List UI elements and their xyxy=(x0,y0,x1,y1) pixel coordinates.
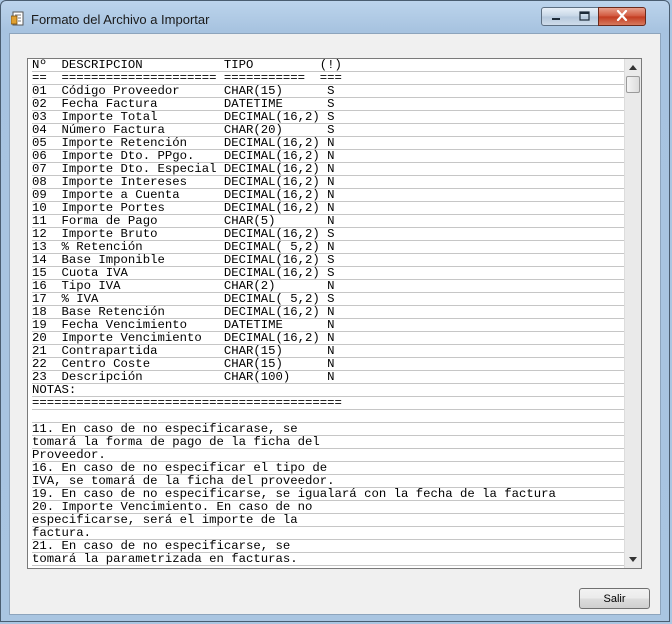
text-lines: Nº DESCRIPCION TIPO (!) == ==============… xyxy=(32,59,628,568)
scroll-down-button[interactable] xyxy=(625,551,641,568)
text-line: 12 Importe Bruto DECIMAL(16,2) S xyxy=(32,228,628,241)
text-line: 13 % Retención DECIMAL( 5,2) N xyxy=(32,241,628,254)
text-line: 19 Fecha Vencimiento DATETIME N xyxy=(32,319,628,332)
text-line: tomará la parametrizada en facturas. xyxy=(32,553,628,566)
text-line: 01 Código Proveedor CHAR(15) S xyxy=(32,85,628,98)
salir-button[interactable]: Salir xyxy=(579,588,650,609)
text-line xyxy=(32,566,628,568)
text-line xyxy=(32,410,628,423)
chevron-up-icon xyxy=(629,63,637,72)
window-title: Formato del Archivo a Importar xyxy=(31,12,210,27)
format-text-area[interactable]: Nº DESCRIPCION TIPO (!) == ==============… xyxy=(27,58,642,569)
text-line: tomará la forma de pago de la ficha del xyxy=(32,436,628,449)
text-line: 07 Importe Dto. Especial DECIMAL(16,2) N xyxy=(32,163,628,176)
text-line: especificarse, será el importe de la xyxy=(32,514,628,527)
scrollbar-thumb[interactable] xyxy=(626,76,640,93)
close-icon xyxy=(616,8,628,26)
text-line: 21. En caso de no especificarse, se xyxy=(32,540,628,553)
dialog-body: Nº DESCRIPCION TIPO (!) == ==============… xyxy=(9,33,661,615)
text-line: 15 Cuota IVA DECIMAL(16,2) S xyxy=(32,267,628,280)
text-line: 20. Importe Vencimiento. En caso de no xyxy=(32,501,628,514)
text-line: Nº DESCRIPCION TIPO (!) xyxy=(32,59,628,72)
text-line: 02 Fecha Factura DATETIME S xyxy=(32,98,628,111)
text-line: == ===================== =========== === xyxy=(32,72,628,85)
minimize-button[interactable] xyxy=(541,7,571,26)
text-line: 08 Importe Intereses DECIMAL(16,2) N xyxy=(32,176,628,189)
text-line: IVA, se tomará de la ficha del proveedor… xyxy=(32,475,628,488)
maximize-button[interactable] xyxy=(570,7,599,26)
dialog-window: Formato del Archivo a Importar Nº DESCRI… xyxy=(0,0,670,622)
text-line: 05 Importe Retención DECIMAL(16,2) N xyxy=(32,137,628,150)
text-line: 10 Importe Portes DECIMAL(16,2) N xyxy=(32,202,628,215)
text-line: 04 Número Factura CHAR(20) S xyxy=(32,124,628,137)
text-line: 14 Base Imponible DECIMAL(16,2) S xyxy=(32,254,628,267)
maximize-icon xyxy=(578,8,590,26)
title-bar[interactable]: Formato del Archivo a Importar xyxy=(1,1,669,33)
scroll-up-button[interactable] xyxy=(625,59,641,76)
text-line: ========================================… xyxy=(32,397,628,410)
minimize-icon xyxy=(551,8,561,26)
text-line: 03 Importe Total DECIMAL(16,2) S xyxy=(32,111,628,124)
text-line: 11 Forma de Pago CHAR(5) N xyxy=(32,215,628,228)
text-line: 16 Tipo IVA CHAR(2) N xyxy=(32,280,628,293)
text-line: 06 Importe Dto. PPgo. DECIMAL(16,2) N xyxy=(32,150,628,163)
text-line: 18 Base Retención DECIMAL(16,2) N xyxy=(32,306,628,319)
text-line: factura. xyxy=(32,527,628,540)
text-line: 19. En caso de no especificarse, se igua… xyxy=(32,488,628,501)
text-line: Proveedor. xyxy=(32,449,628,462)
chevron-down-icon xyxy=(629,555,637,564)
text-line: 11. En caso de no especificarase, se xyxy=(32,423,628,436)
text-line: 22 Centro Coste CHAR(15) N xyxy=(32,358,628,371)
text-line: 23 Descripción CHAR(100) N xyxy=(32,371,628,384)
text-line: 20 Importe Vencimiento DECIMAL(16,2) N xyxy=(32,332,628,345)
text-line: 17 % IVA DECIMAL( 5,2) S xyxy=(32,293,628,306)
text-line: 09 Importe a Cuenta DECIMAL(16,2) N xyxy=(32,189,628,202)
text-line: 21 Contrapartida CHAR(15) N xyxy=(32,345,628,358)
close-button[interactable] xyxy=(598,7,646,26)
text-line: NOTAS: xyxy=(32,384,628,397)
document-icon xyxy=(10,11,25,26)
vertical-scrollbar[interactable] xyxy=(624,59,641,568)
text-line: 16. En caso de no especificar el tipo de xyxy=(32,462,628,475)
